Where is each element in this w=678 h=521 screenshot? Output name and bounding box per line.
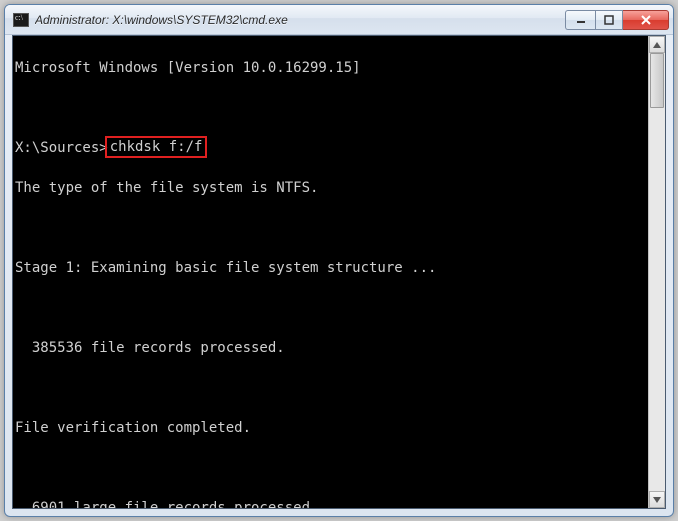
scroll-up-button[interactable] [649,36,665,53]
vertical-scrollbar[interactable] [648,36,665,508]
maximize-button[interactable] [595,10,623,30]
prompt-line: X:\Sources>chkdsk f:/f [15,138,646,158]
command-highlight: chkdsk f:/f [105,136,208,158]
blank-line [15,218,646,238]
command-text: chkdsk f:/f [110,137,203,157]
client-area: Microsoft Windows [Version 10.0.16299.15… [12,35,666,509]
blank-line [15,98,646,118]
titlebar[interactable]: c:\ Administrator: X:\windows\SYSTEM32\c… [5,5,673,35]
blank-line [15,378,646,398]
terminal-output[interactable]: Microsoft Windows [Version 10.0.16299.15… [13,36,648,508]
scrollbar-track[interactable] [649,53,665,491]
blank-line [15,458,646,478]
output-line: 385536 file records processed. [15,338,646,358]
blank-line [15,298,646,318]
minimize-button[interactable] [565,10,595,30]
scrollbar-thumb[interactable] [650,53,664,108]
cmd-window: c:\ Administrator: X:\windows\SYSTEM32\c… [4,4,674,517]
window-controls [565,10,669,30]
output-line: 6901 large file records processed. [15,498,646,509]
version-line: Microsoft Windows [Version 10.0.16299.15… [15,58,646,78]
output-line: File verification completed. [15,418,646,438]
close-button[interactable] [623,10,669,30]
cmd-icon: c:\ [13,13,29,27]
output-line: Stage 1: Examining basic file system str… [15,258,646,278]
scroll-down-button[interactable] [649,491,665,508]
window-title: Administrator: X:\windows\SYSTEM32\cmd.e… [35,13,565,27]
prompt-text: X:\Sources> [15,138,108,158]
output-line: The type of the file system is NTFS. [15,178,646,198]
